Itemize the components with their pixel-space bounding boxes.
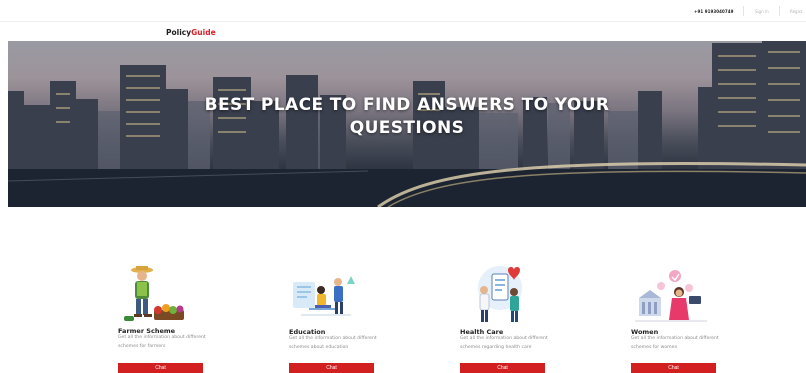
women-illustration-icon [635,270,707,322]
navbar: PolicyGuide [0,22,806,41]
card-description: Get all the information about different … [460,336,548,350]
chat-button[interactable]: Chat [289,363,374,373]
divider [779,6,780,16]
health-care-illustration-icon [478,266,522,322]
hero-headline: BEST PLACE TO FIND ANSWERS TO YOUR QUEST… [8,94,806,140]
card-description: Get all the information about different … [289,336,377,350]
chat-button[interactable]: Chat [460,363,545,373]
card-health-care: Health Care Get all the information abou… [460,266,560,373]
register-link[interactable]: Regist [790,9,802,14]
chat-button[interactable]: Chat [118,363,203,373]
phone-number[interactable]: +91 9193040749 [694,9,734,14]
sign-in-link[interactable]: Sign In [755,9,769,14]
card-description: Get all the information about different … [118,335,206,349]
top-bar: +91 9193040749 Sign In Regist [0,0,806,22]
hero-banner: BEST PLACE TO FIND ANSWERS TO YOUR QUEST… [8,41,806,207]
farmer-illustration-icon [124,266,184,321]
card-women: Women Get all the information about diff… [631,268,731,373]
chat-button[interactable]: Chat [631,363,716,373]
divider [743,6,744,16]
hero-headline-line-1: BEST PLACE TO FIND ANSWERS TO YOUR [204,95,610,115]
brand-name-part1: Policy [166,28,192,37]
education-illustration-icon [293,276,355,316]
hero-headline-line-2: QUESTIONS [349,118,465,138]
brand-logo[interactable]: PolicyGuide [166,28,216,37]
card-education: Education Get all the information about … [289,270,389,373]
card-description: Get all the information about different … [631,336,719,350]
brand-name-part2: Guide [191,28,216,37]
card-farmer-scheme: Farmer Scheme Get all the information ab… [118,266,218,373]
